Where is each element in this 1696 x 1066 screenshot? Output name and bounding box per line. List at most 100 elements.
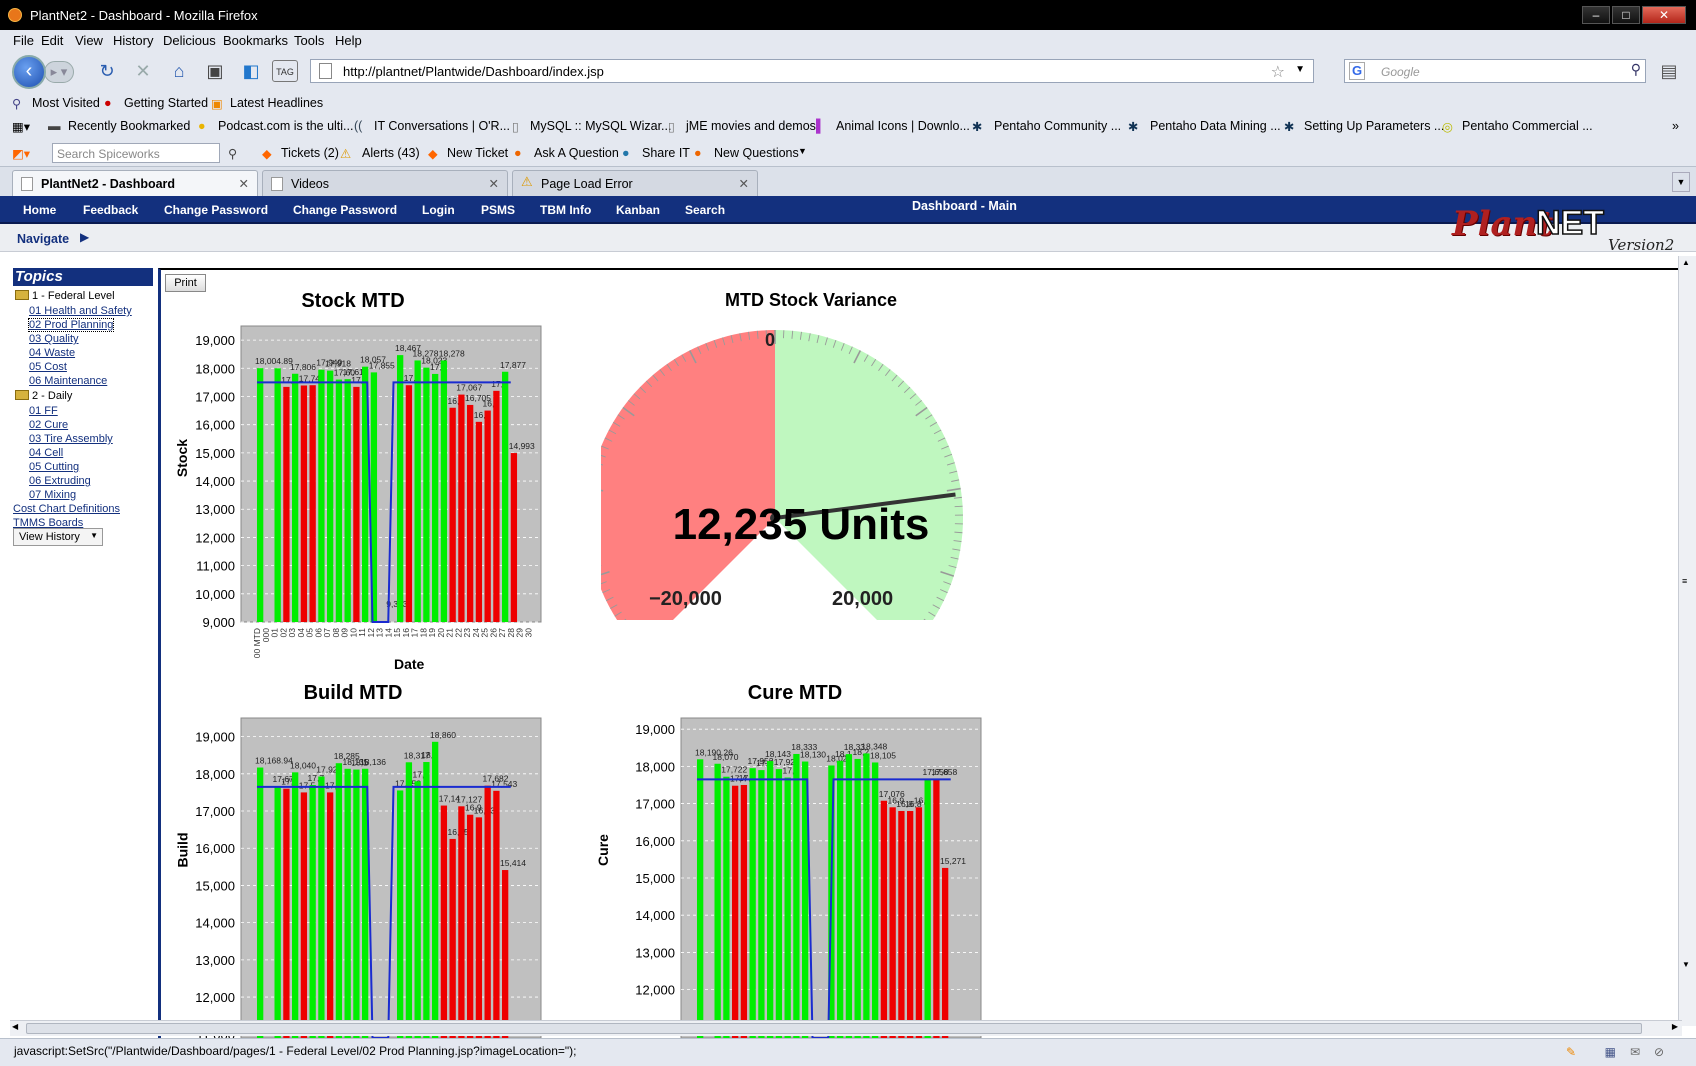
search-icon[interactable]: ⚲ <box>228 146 237 161</box>
bar <box>837 760 844 1038</box>
bookmark-pentaho-commercial[interactable]: Pentaho Commercial ... <box>1462 119 1593 133</box>
close-tab-icon[interactable]: ✕ <box>739 176 749 191</box>
tag-icon[interactable]: TAG <box>272 60 298 82</box>
block-icon[interactable]: ⊘ <box>1654 1045 1664 1059</box>
tab-page-load-error[interactable]: ⚠ Page Load Error ✕ <box>512 170 758 196</box>
nav-change-password[interactable]: Change Password <box>164 203 268 217</box>
bookmark-latest-headlines[interactable]: Latest Headlines <box>230 96 323 110</box>
bookmark-it-conversations[interactable]: IT Conversations | O'R... <box>374 119 510 133</box>
bookmark-mysql[interactable]: MySQL :: MySQL Wizar... <box>530 119 671 133</box>
tree-item[interactable]: 02 Cure <box>29 419 68 431</box>
menu-delicious[interactable]: Delicious <box>163 33 216 48</box>
network-icon[interactable]: ▦ <box>1605 1045 1616 1059</box>
close-button[interactable]: ✕ <box>1642 6 1686 24</box>
spiceworks-icon[interactable]: ◩▾ <box>12 146 30 161</box>
share-it-link[interactable]: Share IT <box>642 146 690 160</box>
menu-tools[interactable]: Tools <box>294 33 324 48</box>
close-tab-icon[interactable]: ✕ <box>239 176 249 191</box>
maximize-button[interactable]: □ <box>1612 6 1640 24</box>
more-bookmarks-icon[interactable]: » <box>1672 119 1679 133</box>
spiceworks-search-input[interactable]: Search Spiceworks <box>52 143 220 163</box>
horizontal-scrollbar[interactable]: ◀ ▶ <box>10 1020 1682 1036</box>
chevron-down-icon[interactable]: ▼ <box>798 146 807 156</box>
bookmark-animal-icons[interactable]: Animal Icons | Downlo... <box>836 119 970 133</box>
nav-login[interactable]: Login <box>422 203 455 217</box>
bookmark-podcast[interactable]: Podcast.com is the ulti... <box>218 119 353 133</box>
bookmark-pentaho-data-mining[interactable]: Pentaho Data Mining ... <box>1150 119 1281 133</box>
menu-file[interactable]: File <box>13 33 34 48</box>
nav-search[interactable]: Search <box>685 203 725 217</box>
tab-videos[interactable]: Videos ✕ <box>262 170 508 196</box>
search-icon[interactable]: ⚲ <box>1631 61 1641 78</box>
minimize-button[interactable]: – <box>1582 6 1610 24</box>
tree-node-federal[interactable]: 1 - Federal Level <box>15 290 115 302</box>
url-bar[interactable]: http://plantnet/Plantwide/Dashboard/inde… <box>310 59 1314 83</box>
menu-edit[interactable]: Edit <box>41 33 63 48</box>
tickets-link[interactable]: Tickets (2) <box>281 146 339 160</box>
bookmark-setting-up-parameters[interactable]: Setting Up Parameters ... <box>1304 119 1444 133</box>
tree-item[interactable]: 02 Prod Planning <box>27 318 115 332</box>
tree-item[interactable]: 01 FF <box>29 405 58 417</box>
nav-home[interactable]: Home <box>23 203 56 217</box>
tree-node-daily[interactable]: 2 - Daily <box>15 390 72 402</box>
tree-item[interactable]: 04 Cell <box>29 447 63 459</box>
nav-kanban[interactable]: Kanban <box>616 203 660 217</box>
mail-icon[interactable]: ✉ <box>1630 1045 1640 1059</box>
scroll-up-icon[interactable]: ▲ <box>1682 258 1690 267</box>
tree-item[interactable]: 06 Maintenance <box>29 375 107 387</box>
tree-item[interactable]: 04 Waste <box>29 347 75 359</box>
edit-icon[interactable]: ✎ <box>1566 1045 1576 1059</box>
tree-item[interactable]: 05 Cutting <box>29 461 79 473</box>
nav-psms[interactable]: PSMS <box>481 203 515 217</box>
ask-question-link[interactable]: Ask A Question <box>534 146 619 160</box>
stop-icon[interactable]: ✕ <box>130 58 156 84</box>
scroll-grip-icon[interactable]: ≡ <box>1682 576 1687 586</box>
new-questions-link[interactable]: New Questions <box>714 146 799 160</box>
chevron-down-icon[interactable]: ▼ <box>1295 64 1305 75</box>
home-icon[interactable]: ⌂ <box>166 58 192 84</box>
bookmark-jme[interactable]: jME movies and demos <box>686 119 816 133</box>
screenshot-icon[interactable]: ▣ <box>202 58 228 84</box>
menu-view[interactable]: View <box>75 33 103 48</box>
forward-button[interactable]: ▸ ▾ <box>44 61 74 83</box>
data-label: 18,070 <box>713 752 739 762</box>
tree-item[interactable]: 05 Cost <box>29 361 67 373</box>
bookmark-getting-started[interactable]: Getting Started <box>124 96 208 110</box>
tree-item[interactable]: 07 Mixing <box>29 489 76 501</box>
tree-item[interactable]: 01 Health and Safety <box>29 305 132 317</box>
menu-history[interactable]: History <box>113 33 153 48</box>
window-icon[interactable]: ◧ <box>238 58 264 84</box>
nav-tbm-info[interactable]: TBM Info <box>540 203 591 217</box>
tab-list-button[interactable]: ▼ <box>1672 172 1690 192</box>
scroll-thumb[interactable] <box>26 1023 1642 1034</box>
nav-change-password-2[interactable]: Change Password <box>293 203 397 217</box>
close-tab-icon[interactable]: ✕ <box>489 176 499 191</box>
play-arrow-icon[interactable]: ▶ <box>80 230 89 244</box>
bookmarks-menu-icon[interactable]: ▦▾ <box>12 119 30 134</box>
tree-item[interactable]: 03 Tire Assembly <box>29 433 113 445</box>
alerts-link[interactable]: Alerts (43) <box>362 146 420 160</box>
vertical-scrollbar[interactable]: ▲ ≡ ▼ <box>1678 256 1696 1026</box>
scroll-down-icon[interactable]: ▼ <box>1682 960 1690 969</box>
scroll-left-icon[interactable]: ◀ <box>12 1022 18 1031</box>
cost-chart-definitions-link[interactable]: Cost Chart Definitions <box>13 503 120 515</box>
reload-icon[interactable]: ↻ <box>94 58 120 84</box>
google-icon[interactable]: G <box>1349 62 1365 80</box>
tree-item[interactable]: 03 Quality <box>29 333 79 345</box>
back-button[interactable]: ‹ <box>12 55 46 89</box>
tree-item[interactable]: 06 Extruding <box>29 475 91 487</box>
bookmark-most-visited[interactable]: Most Visited <box>32 96 100 110</box>
menu-bookmarks[interactable]: Bookmarks <box>223 33 288 48</box>
scroll-right-icon[interactable]: ▶ <box>1672 1022 1678 1031</box>
tab-plantnet-dashboard[interactable]: PlantNet2 - Dashboard ✕ <box>12 170 258 196</box>
new-ticket-link[interactable]: New Ticket <box>447 146 508 160</box>
nav-feedback[interactable]: Feedback <box>83 203 138 217</box>
bookmark-star-icon[interactable]: ☆ <box>1271 62 1285 82</box>
navigate-label[interactable]: Navigate <box>17 232 69 246</box>
web-search-box[interactable]: G Google ⚲ <box>1344 59 1646 83</box>
view-history-select[interactable]: View History ▼ <box>13 528 103 546</box>
bookmark-pentaho-community[interactable]: Pentaho Community ... <box>994 119 1121 133</box>
bookmark-recently-bookmarked[interactable]: Recently Bookmarked <box>68 119 190 133</box>
addon-icon[interactable]: ▤ <box>1656 58 1682 84</box>
menu-help[interactable]: Help <box>335 33 362 48</box>
